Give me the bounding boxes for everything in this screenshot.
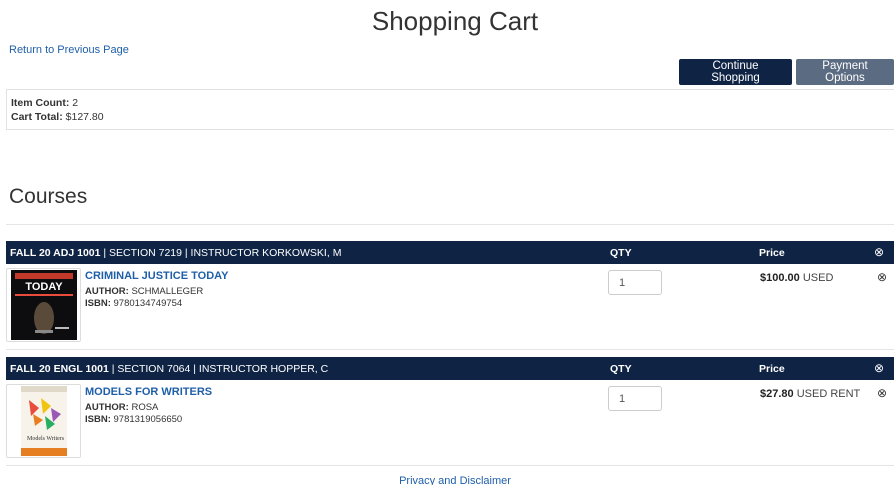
- book-title-link[interactable]: CRIMINAL JUSTICE TODAY: [85, 270, 228, 282]
- price-value: $100.00: [760, 272, 800, 284]
- course-info: FALL 20 ENGL 1001 | SECTION 7064 | INSTR…: [10, 363, 328, 375]
- isbn-label: ISBN:: [85, 414, 111, 425]
- item-price: $27.80 USED RENT: [760, 388, 860, 400]
- course-details: | SECTION 7064 | INSTRUCTOR HOPPER, C: [108, 363, 329, 375]
- remove-item-icon[interactable]: ⊗: [877, 386, 887, 400]
- item-price: $100.00 USED: [760, 272, 833, 284]
- divider: [6, 224, 894, 225]
- qty-column-header: QTY: [610, 363, 632, 375]
- cart-total-label: Cart Total:: [11, 111, 63, 123]
- book-isbn: ISBN: 9780134749754: [85, 298, 182, 309]
- course-block: FALL 20 ENGL 1001 | SECTION 7064 | INSTR…: [6, 357, 894, 466]
- book-author: AUTHOR: ROSA: [85, 402, 158, 413]
- row-divider: [6, 465, 894, 466]
- row-divider: [6, 349, 894, 350]
- book-author: AUTHOR: SCHMALLEGER: [85, 286, 203, 297]
- continue-shopping-button[interactable]: Continue Shopping: [679, 59, 792, 85]
- author-label: AUTHOR:: [85, 286, 129, 297]
- course-details: | SECTION 7219 | INSTRUCTOR KORKOWSKI, M: [100, 247, 342, 259]
- book-isbn: ISBN: 9781319056650: [85, 414, 182, 425]
- item-count-label: Item Count:: [11, 97, 70, 109]
- remove-course-icon[interactable]: ⊗: [874, 361, 884, 375]
- author-value: ROSA: [131, 402, 159, 413]
- quantity-input[interactable]: [608, 386, 662, 411]
- cart-total-value: $127.80: [65, 111, 104, 123]
- cart-total: Cart Total: $127.80: [11, 110, 894, 124]
- book-cover-image: TODAY: [10, 270, 77, 340]
- cover-text: TODAY: [25, 281, 63, 293]
- book-cover: TODAY: [6, 268, 81, 342]
- isbn-value: 9781319056650: [113, 414, 183, 425]
- privacy-link[interactable]: Privacy and Disclaimer: [0, 475, 894, 485]
- remove-course-icon[interactable]: ⊗: [874, 245, 884, 259]
- qty-column-header: QTY: [610, 247, 632, 259]
- price-column-header: Price: [759, 247, 785, 259]
- return-link[interactable]: Return to Previous Page: [9, 44, 129, 56]
- course-header: FALL 20 ENGL 1001 | SECTION 7064 | INSTR…: [6, 357, 894, 380]
- course-header: FALL 20 ADJ 1001 | SECTION 7219 | INSTRU…: [6, 241, 894, 264]
- item-count-value: 2: [72, 97, 79, 109]
- course-block: FALL 20 ADJ 1001 | SECTION 7219 | INSTRU…: [6, 241, 894, 350]
- author-value: SCHMALLEGER: [131, 286, 204, 297]
- isbn-label: ISBN:: [85, 298, 111, 309]
- course-info: FALL 20 ADJ 1001 | SECTION 7219 | INSTRU…: [10, 247, 341, 259]
- author-label: AUTHOR:: [85, 402, 129, 413]
- cart-item: Models Writers MODELS FOR WRITERS AUTHOR…: [6, 380, 894, 466]
- quantity-input[interactable]: [608, 270, 662, 295]
- payment-options-button[interactable]: Payment Options: [796, 59, 894, 85]
- book-title-link[interactable]: MODELS FOR WRITERS: [85, 386, 212, 398]
- page-title: Shopping Cart: [371, 6, 539, 36]
- cover-text: Models Writers: [27, 436, 65, 442]
- book-cover-image: Models Writers: [20, 386, 67, 456]
- course-code: FALL 20 ADJ 1001: [10, 247, 101, 259]
- price-value: $27.80: [760, 388, 794, 400]
- item-count: Item Count: 2: [11, 96, 894, 110]
- course-code: FALL 20 ENGL 1001: [10, 363, 109, 375]
- remove-item-icon[interactable]: ⊗: [877, 270, 887, 284]
- price-column-header: Price: [759, 363, 785, 375]
- cart-item: TODAY CRIMINAL JUSTICE TODAY AUTHOR: SCH…: [6, 264, 894, 350]
- price-condition: USED RENT: [796, 388, 861, 400]
- price-condition: USED: [802, 272, 834, 284]
- isbn-value: 9780134749754: [113, 298, 183, 309]
- courses-heading: Courses: [9, 185, 88, 208]
- book-cover: Models Writers: [6, 384, 81, 458]
- cart-summary: Item Count: 2 Cart Total: $127.80: [6, 89, 894, 130]
